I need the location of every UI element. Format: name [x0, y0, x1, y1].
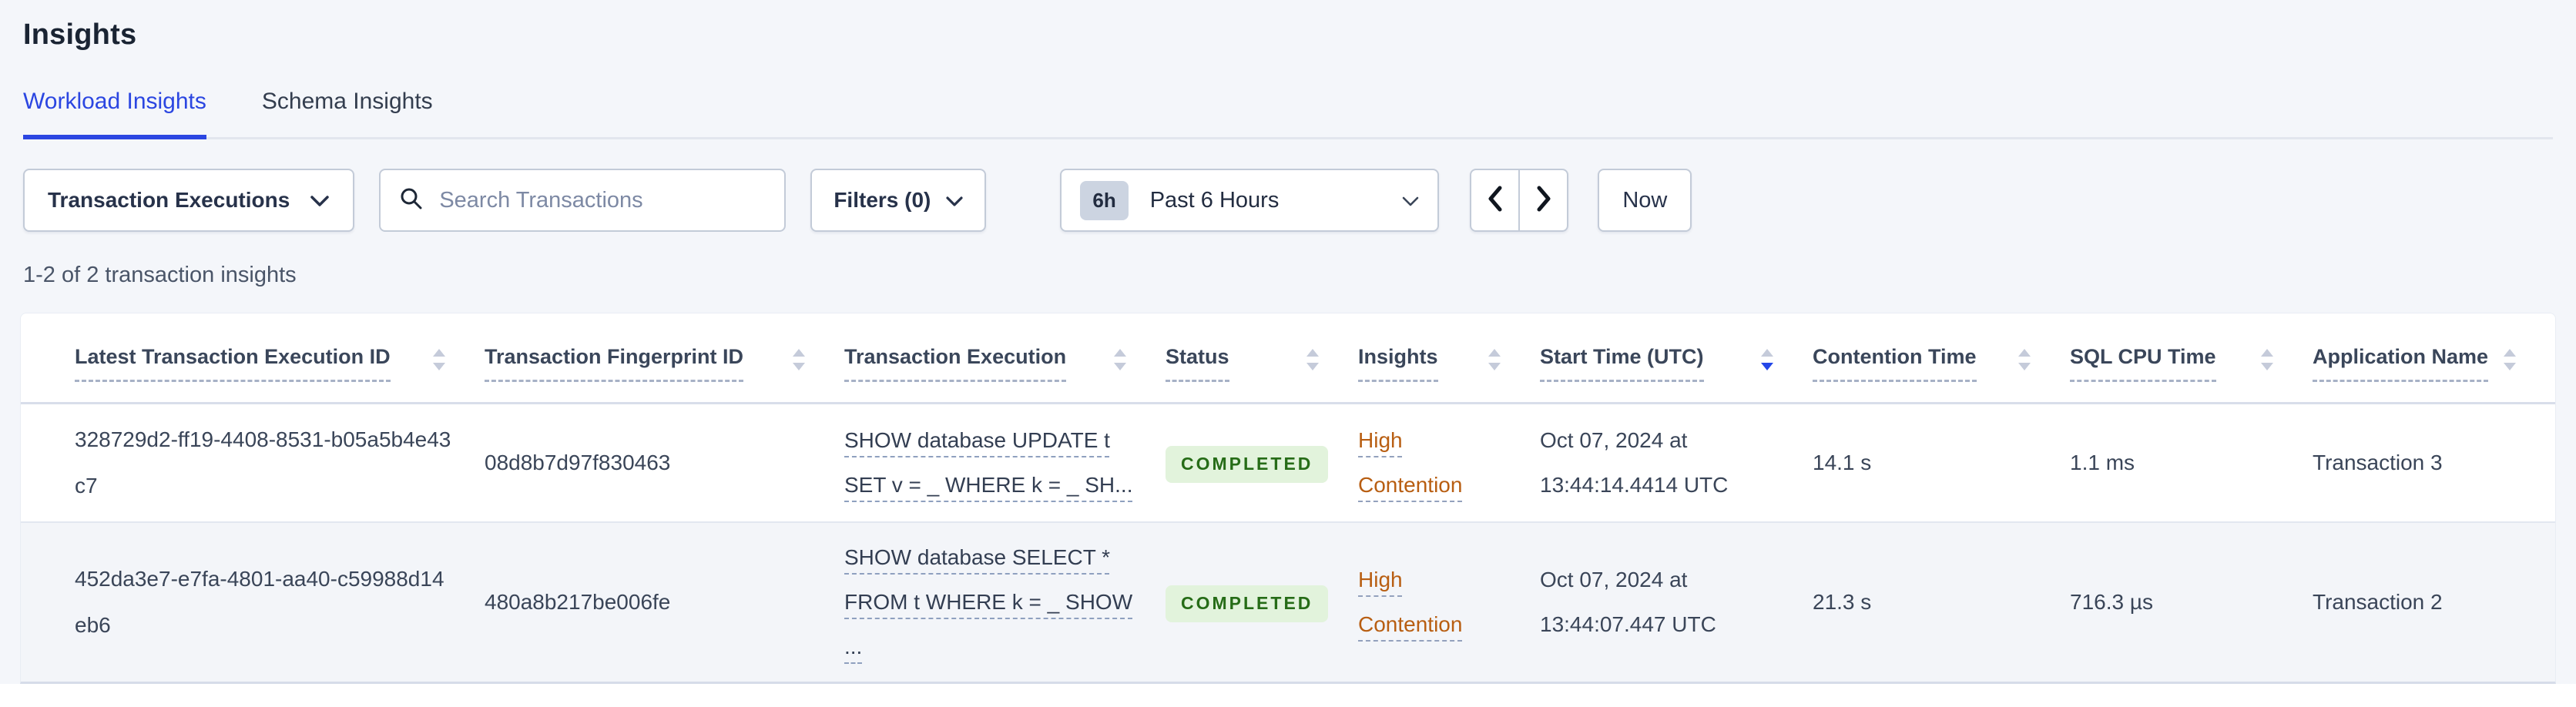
sort-icon [1488, 349, 1501, 370]
sort-icon [2018, 349, 2031, 370]
status-badge: COMPLETED [1166, 585, 1329, 622]
tab-schema-insights[interactable]: Schema Insights [262, 89, 433, 139]
insights-table-card: Latest Transaction Execution ID Transact… [20, 313, 2556, 685]
search-icon [399, 186, 424, 215]
chevron-down-icon [946, 188, 963, 213]
table-row: 328729d2-ff19-4408-8531-b05a5b4e43c7 08d… [21, 403, 2555, 523]
contention-time-cell: 14.1 s [1813, 451, 1872, 475]
application-name-cell: Transaction 3 [2313, 451, 2443, 475]
transaction-execution-link[interactable]: SHOW database UPDATE t SET v = _ WHERE k… [844, 428, 1133, 497]
search-box[interactable] [379, 169, 787, 232]
chevron-down-icon [1402, 188, 1419, 213]
time-range-badge: 6h [1080, 180, 1129, 220]
sort-icon [1306, 349, 1319, 370]
sort-icon [793, 349, 805, 370]
sql-cpu-time-cell: 716.3 µs [2070, 521, 2313, 682]
filters-dropdown[interactable]: Filters (0) [810, 169, 987, 232]
table-row: 452da3e7-e7fa-4801-aa40-c59988d14eb6 480… [21, 521, 2555, 682]
previous-time-range-button[interactable] [1470, 169, 1520, 232]
bottom-strip [0, 684, 2576, 707]
sort-icon [1114, 349, 1126, 370]
column-header-transaction-fingerprint-id[interactable]: Transaction Fingerprint ID [485, 313, 844, 405]
column-header-start-time[interactable]: Start Time (UTC) [1540, 313, 1813, 405]
execution-type-dropdown[interactable]: Transaction Executions [23, 169, 355, 232]
transaction-insights-table: Latest Transaction Execution ID Transact… [21, 313, 2555, 682]
time-nav-group [1470, 169, 1569, 232]
transaction-execution-link[interactable]: SHOW database SELECT * FROM t WHERE k = … [844, 545, 1132, 658]
table-header-row: Latest Transaction Execution ID Transact… [21, 313, 2555, 405]
fingerprint-id-cell: 08d8b7d97f830463 [485, 451, 671, 475]
time-range-label: Past 6 Hours [1149, 187, 1280, 213]
column-header-status[interactable]: Status [1166, 313, 1358, 405]
chevron-left-icon [1487, 185, 1504, 216]
column-header-insights[interactable]: Insights [1358, 313, 1540, 405]
page-title: Insights [23, 18, 137, 51]
column-header-transaction-execution[interactable]: Transaction Execution [844, 313, 1166, 405]
tab-workload-insights[interactable]: Workload Insights [23, 89, 206, 139]
latest-execution-id-cell: 328729d2-ff19-4408-8531-b05a5b4e43c7 [75, 427, 451, 498]
column-header-latest-transaction-execution-id[interactable]: Latest Transaction Execution ID [21, 313, 485, 405]
chevron-down-icon [310, 188, 330, 213]
column-header-contention-time[interactable]: Contention Time [1813, 313, 2070, 405]
sort-icon [433, 349, 445, 370]
insights-page: Insights Workload Insights Schema Insigh… [0, 0, 2576, 685]
search-input[interactable] [439, 187, 766, 213]
now-button[interactable]: Now [1598, 169, 1692, 232]
chevron-right-icon [1535, 185, 1552, 216]
insight-link[interactable]: High Contention [1358, 428, 1462, 497]
sort-icon [2261, 349, 2273, 370]
next-time-range-button[interactable] [1519, 169, 1569, 232]
now-button-label: Now [1622, 187, 1668, 213]
insight-link[interactable]: High Contention [1358, 568, 1462, 636]
filters-label: Filters (0) [834, 188, 931, 212]
sort-icon-active [1761, 349, 1773, 370]
column-header-application-name[interactable]: Application Name [2313, 313, 2555, 405]
time-range-dropdown[interactable]: 6h Past 6 Hours [1060, 169, 1440, 232]
status-badge: COMPLETED [1166, 446, 1329, 483]
toolbar: Transaction Executions Filters (0) 6h [23, 169, 2553, 232]
tab-bar: Workload Insights Schema Insights [23, 89, 2553, 139]
contention-time-cell: 21.3 s [1813, 521, 2070, 682]
latest-execution-id-cell: 452da3e7-e7fa-4801-aa40-c59988d14eb6 [21, 521, 485, 682]
fingerprint-id-cell: 480a8b217be006fe [485, 521, 844, 682]
application-name-cell: Transaction 2 [2313, 521, 2555, 682]
column-header-sql-cpu-time[interactable]: SQL CPU Time [2070, 313, 2313, 405]
sql-cpu-time-cell: 1.1 ms [2070, 451, 2135, 475]
results-count: 1-2 of 2 transaction insights [23, 263, 297, 287]
execution-type-label: Transaction Executions [48, 188, 290, 212]
start-time-cell: Oct 07, 2024 at 13:44:14.4414 UTC [1540, 428, 1729, 498]
start-time-cell: Oct 07, 2024 at 13:44:07.447 UTC [1540, 521, 1813, 682]
sort-icon [2504, 349, 2516, 370]
